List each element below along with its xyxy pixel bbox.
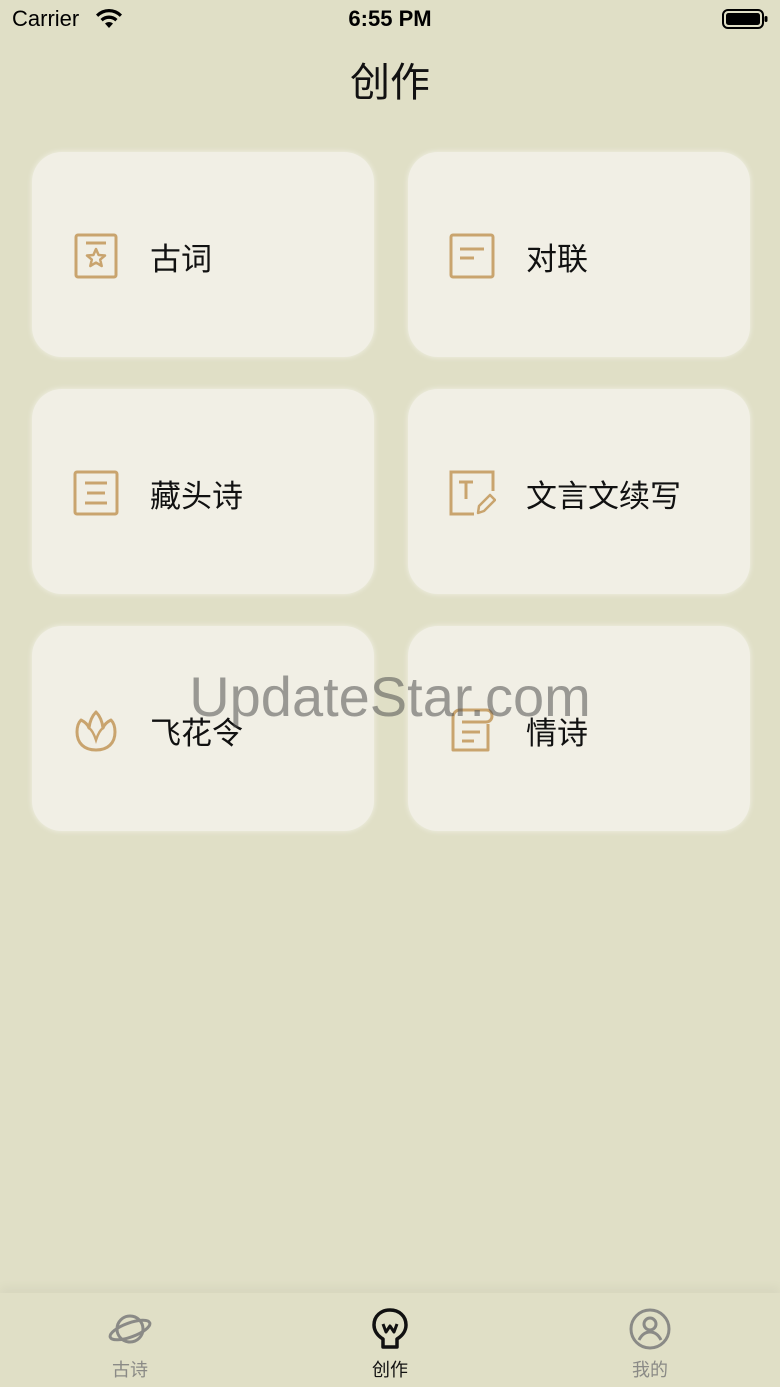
card-label: 对联 xyxy=(526,242,588,278)
user-icon xyxy=(629,1308,671,1350)
text-document-icon xyxy=(449,233,495,279)
scroll-icon xyxy=(451,708,494,752)
tab-gushi[interactable]: 古诗 xyxy=(50,1293,210,1387)
battery-icon xyxy=(722,9,768,29)
status-bar: Carrier 6:55 PM xyxy=(0,0,780,40)
flower-bud-icon xyxy=(75,710,117,752)
tab-label: 我的 xyxy=(632,1360,668,1381)
card-wenyanwen-xuxie[interactable]: 文言文续写 xyxy=(408,389,750,594)
tab-label: 古诗 xyxy=(112,1360,148,1381)
card-duilian[interactable]: 对联 xyxy=(408,152,750,357)
card-cangtoushi[interactable]: 藏头诗 xyxy=(32,389,374,594)
tab-bar: 古诗 创作 我的 xyxy=(0,1293,780,1387)
status-time: 6:55 PM xyxy=(348,6,432,31)
planet-icon xyxy=(108,1314,152,1344)
edit-text-icon xyxy=(449,470,496,516)
card-label: 飞花令 xyxy=(150,716,243,752)
tab-label: 创作 xyxy=(372,1360,408,1381)
list-document-icon xyxy=(73,470,119,516)
lightbulb-icon xyxy=(372,1308,408,1349)
card-guci[interactable]: 古词 xyxy=(32,152,374,357)
card-label: 文言文续写 xyxy=(526,479,681,515)
screen: Carrier 6:55 PM 创作 古词 对联 藏头诗 文言文续写 飞花令 情… xyxy=(0,0,780,1387)
card-label: 情诗 xyxy=(526,716,588,752)
tab-chuangzuo[interactable]: 创作 xyxy=(310,1293,470,1387)
card-label: 古词 xyxy=(150,242,212,278)
card-label: 藏头诗 xyxy=(150,479,243,515)
tab-wode[interactable]: 我的 xyxy=(570,1293,730,1387)
card-feihualing[interactable]: 飞花令 xyxy=(32,626,374,831)
card-qingshi[interactable]: 情诗 xyxy=(408,626,750,831)
page-title: 创作 xyxy=(350,60,430,106)
star-document-icon xyxy=(74,233,118,279)
